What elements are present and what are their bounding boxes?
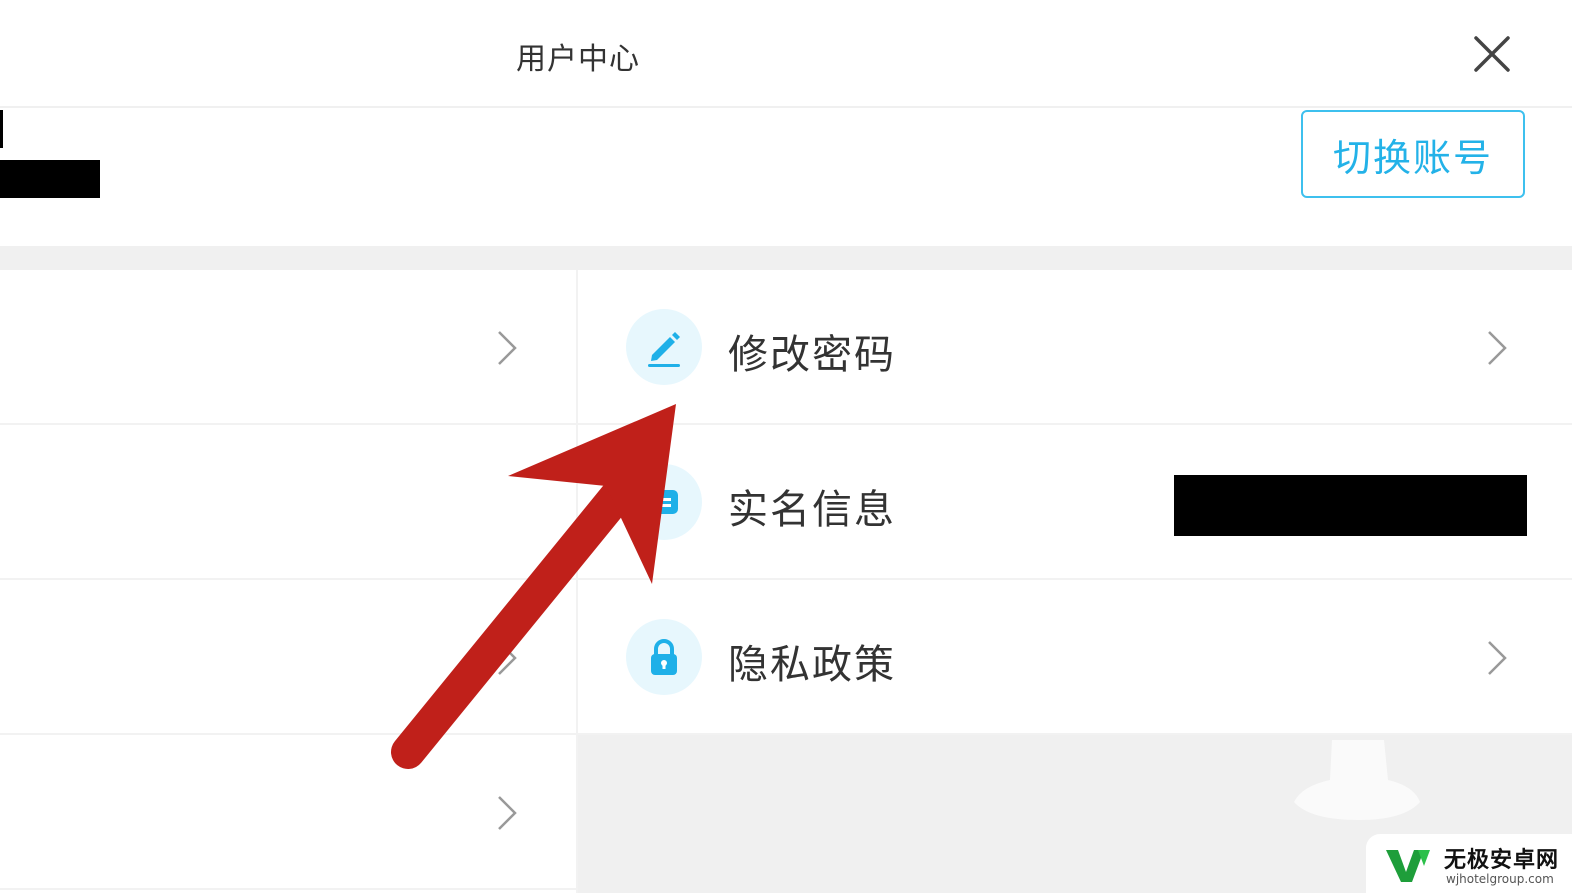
left-menu-item-3[interactable] [0, 580, 576, 735]
chevron-right-icon [498, 641, 517, 675]
account-section: 切换账号 [0, 108, 1572, 246]
chevron-right-icon [1488, 641, 1507, 675]
menu-item-privacy-policy[interactable]: 隐私政策 [578, 580, 1572, 735]
right-menu: 修改密码 实名信息 隐私政策 [578, 270, 1572, 893]
left-menu-item-2[interactable] [0, 425, 576, 580]
redaction-mark [0, 110, 3, 148]
left-menu-item-4[interactable] [0, 735, 576, 890]
redacted-username [0, 160, 100, 198]
menu-item-label: 隐私政策 [728, 642, 896, 688]
menu-item-real-name-info[interactable]: 实名信息 [578, 425, 1572, 580]
id-card-icon-badge [626, 464, 702, 540]
switch-account-button[interactable]: 切换账号 [1301, 110, 1525, 198]
left-menu [0, 270, 576, 893]
empty-state-illustration [1294, 740, 1420, 820]
id-card-icon [650, 490, 678, 514]
page-title: 用户中心 [516, 42, 640, 77]
chevron-right-icon [498, 796, 517, 830]
watermark-logo-icon [1386, 850, 1430, 882]
lock-icon-badge [626, 619, 702, 695]
watermark-text: 无极安卓网 [1444, 848, 1560, 873]
menu-item-label: 实名信息 [728, 487, 896, 533]
header-bar: 用户中心 [0, 0, 1572, 108]
pencil-icon-badge [626, 309, 702, 385]
close-button[interactable] [1468, 30, 1516, 78]
watermark: 无极安卓网 wjhotelgroup.com [1366, 834, 1572, 893]
menu-item-label: 修改密码 [728, 332, 896, 378]
watermark-url: wjhotelgroup.com [1446, 872, 1554, 886]
pencil-icon [648, 332, 680, 367]
menu-item-change-password[interactable]: 修改密码 [578, 270, 1572, 425]
redacted-info [1174, 475, 1527, 536]
section-gap [0, 246, 1572, 270]
chevron-right-icon [498, 331, 517, 365]
close-icon [1474, 36, 1510, 72]
left-menu-item-1[interactable] [0, 270, 576, 425]
chevron-right-icon [1488, 331, 1507, 365]
lock-icon [651, 639, 677, 675]
